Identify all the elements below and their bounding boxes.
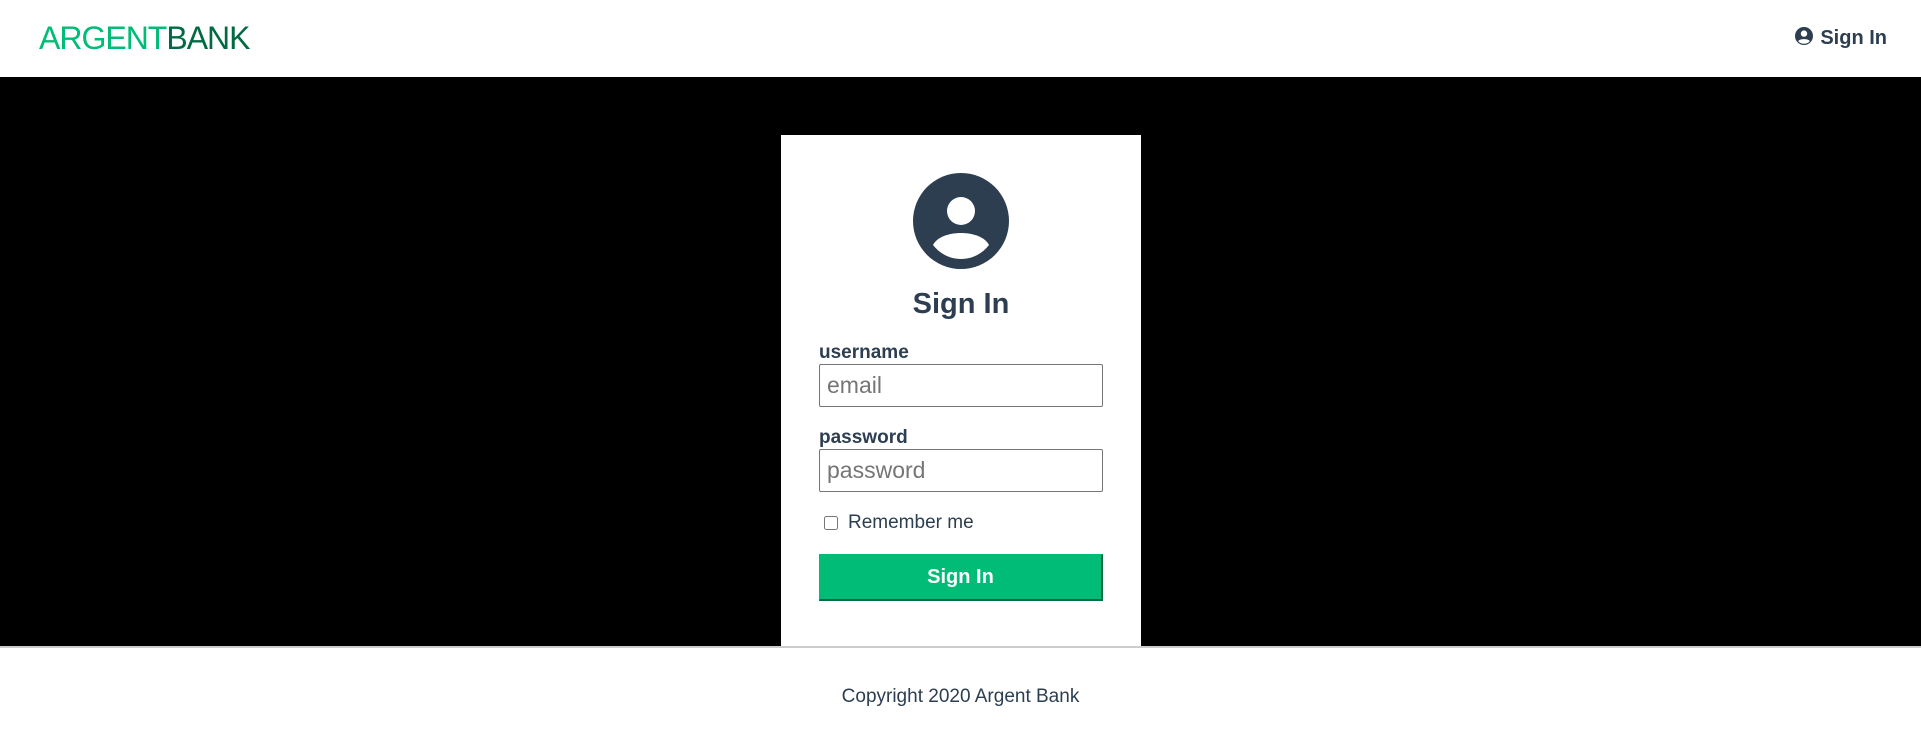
copyright-text: Copyright 2020 Argent Bank: [841, 686, 1080, 707]
password-input[interactable]: [819, 449, 1103, 492]
main-content: Sign In username password Remember me Si…: [0, 77, 1921, 646]
logo-argent-text: ARGENT: [39, 20, 167, 56]
username-label: username: [819, 342, 909, 363]
password-label: password: [819, 427, 908, 448]
nav-sign-in-link[interactable]: Sign In: [1794, 26, 1887, 52]
nav-sign-in-label: Sign In: [1820, 27, 1887, 49]
footer: Copyright 2020 Argent Bank: [0, 646, 1921, 736]
sign-in-form: username password Remember me Sign In: [819, 342, 1103, 601]
argent-bank-logo[interactable]: ARGENT BANK: [39, 20, 250, 57]
remember-me-label: Remember me: [848, 512, 974, 533]
remember-me-row: Remember me: [819, 512, 1103, 534]
remember-me-checkbox[interactable]: [824, 516, 838, 530]
main-nav: ARGENT BANK Sign In: [0, 0, 1921, 77]
user-circle-icon: [913, 173, 1009, 269]
sign-in-card: Sign In username password Remember me Si…: [781, 135, 1141, 646]
user-circle-icon: [1794, 26, 1814, 52]
sign-in-title: Sign In: [912, 288, 1010, 320]
sign-in-button[interactable]: Sign In: [819, 554, 1103, 601]
username-input[interactable]: [819, 364, 1103, 407]
logo-bank-text: BANK: [166, 20, 250, 56]
